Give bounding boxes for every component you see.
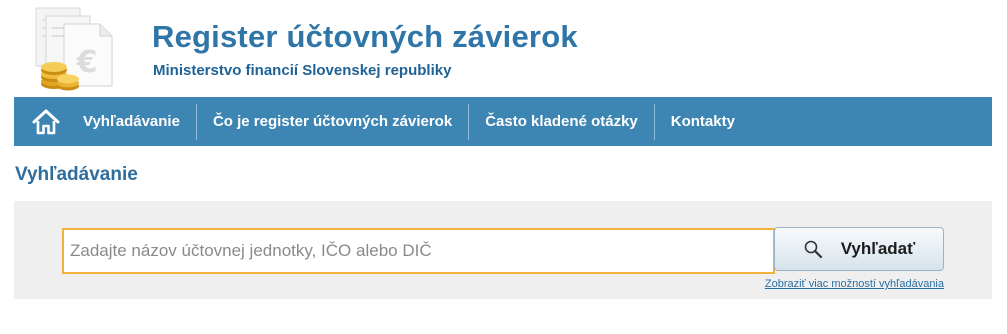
search-input[interactable] bbox=[62, 228, 775, 274]
site-title[interactable]: Register účtovných závierok bbox=[152, 19, 578, 55]
nav-item-contacts[interactable]: Kontakty bbox=[655, 97, 751, 146]
magnifier-icon bbox=[803, 239, 823, 259]
site-header: € Register účtovných závierok Ministerst… bbox=[0, 0, 1007, 96]
site-subtitle: Ministerstvo financií Slovenskej republi… bbox=[153, 62, 452, 79]
nav-item-search[interactable]: Vyhľadávanie bbox=[73, 97, 196, 146]
home-icon[interactable] bbox=[18, 97, 73, 146]
more-search-options-link[interactable]: Zobraziť viac možností vyhľadávania bbox=[765, 278, 944, 290]
nav-item-faq[interactable]: Často kladené otázky bbox=[469, 97, 654, 146]
main-navigation: Vyhľadávanie Čo je register účtovných zá… bbox=[14, 97, 992, 146]
documents-euro-coins-icon[interactable]: € bbox=[30, 6, 120, 92]
page-heading: Vyhľadávanie bbox=[15, 164, 138, 185]
nav-item-about-register[interactable]: Čo je register účtovných závierok bbox=[197, 97, 468, 146]
search-button-label: Vyhľadať bbox=[840, 239, 916, 258]
svg-text:€: € bbox=[76, 45, 98, 80]
search-panel: Vyhľadať Zobraziť viac možností vyhľadáv… bbox=[14, 201, 992, 299]
search-button[interactable]: Vyhľadať bbox=[774, 227, 944, 271]
